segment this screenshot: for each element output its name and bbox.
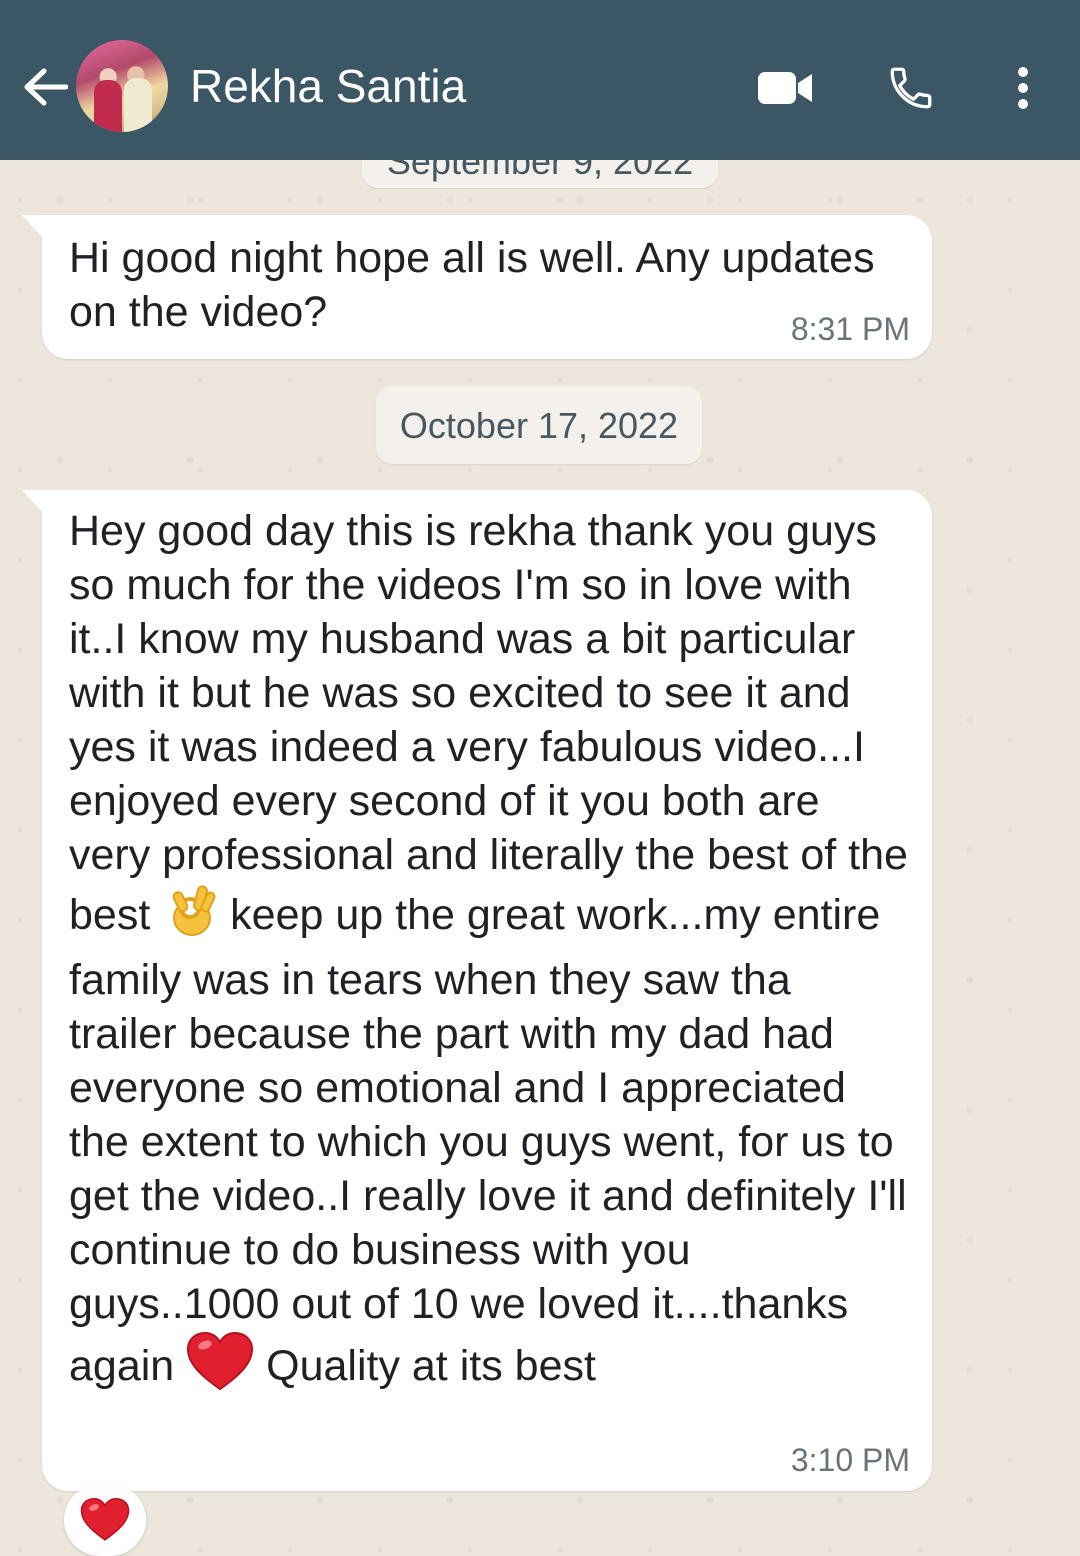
back-button[interactable] bbox=[20, 62, 70, 112]
chat-header: Rekha Santia bbox=[0, 0, 1080, 160]
avatar-photo-figure bbox=[94, 80, 122, 132]
red-heart-emoji bbox=[80, 1497, 130, 1541]
avatar[interactable] bbox=[76, 40, 168, 132]
message-timestamp: 8:31 PM bbox=[790, 311, 910, 347]
message-text-part: Quality at its best bbox=[254, 1341, 596, 1390]
message-reaction[interactable] bbox=[64, 1484, 146, 1556]
date-chip-october: October 17, 2022 bbox=[376, 386, 702, 464]
more-options-icon bbox=[1018, 67, 1028, 109]
video-call-button[interactable] bbox=[752, 62, 818, 114]
message-text: Hi good night hope all is well. Any upda… bbox=[69, 234, 887, 336]
message-text: Hey good day this is rekha thank you guy… bbox=[69, 504, 909, 1406]
ok-hand-emoji bbox=[162, 882, 218, 953]
red-heart-emoji bbox=[186, 1331, 254, 1406]
message-timestamp: 3:10 PM bbox=[790, 1442, 910, 1478]
message-text-part: keep up the great work...my entire famil… bbox=[69, 890, 919, 1390]
incoming-message[interactable]: Hi good night hope all is well. Any upda… bbox=[22, 215, 932, 359]
contact-name[interactable]: Rekha Santia bbox=[190, 58, 466, 114]
back-arrow-icon bbox=[24, 68, 68, 106]
message-text-part: Hey good day this is rekha thank you guy… bbox=[69, 507, 920, 939]
voice-call-button[interactable] bbox=[880, 58, 942, 118]
avatar-photo-figure bbox=[124, 78, 152, 132]
incoming-message[interactable]: Hey good day this is rekha thank you guy… bbox=[22, 490, 932, 1491]
phone-call-icon bbox=[890, 67, 932, 109]
date-chip-label: October 17, 2022 bbox=[399, 405, 679, 446]
video-call-icon bbox=[758, 72, 812, 104]
more-options-button[interactable] bbox=[1000, 58, 1046, 118]
